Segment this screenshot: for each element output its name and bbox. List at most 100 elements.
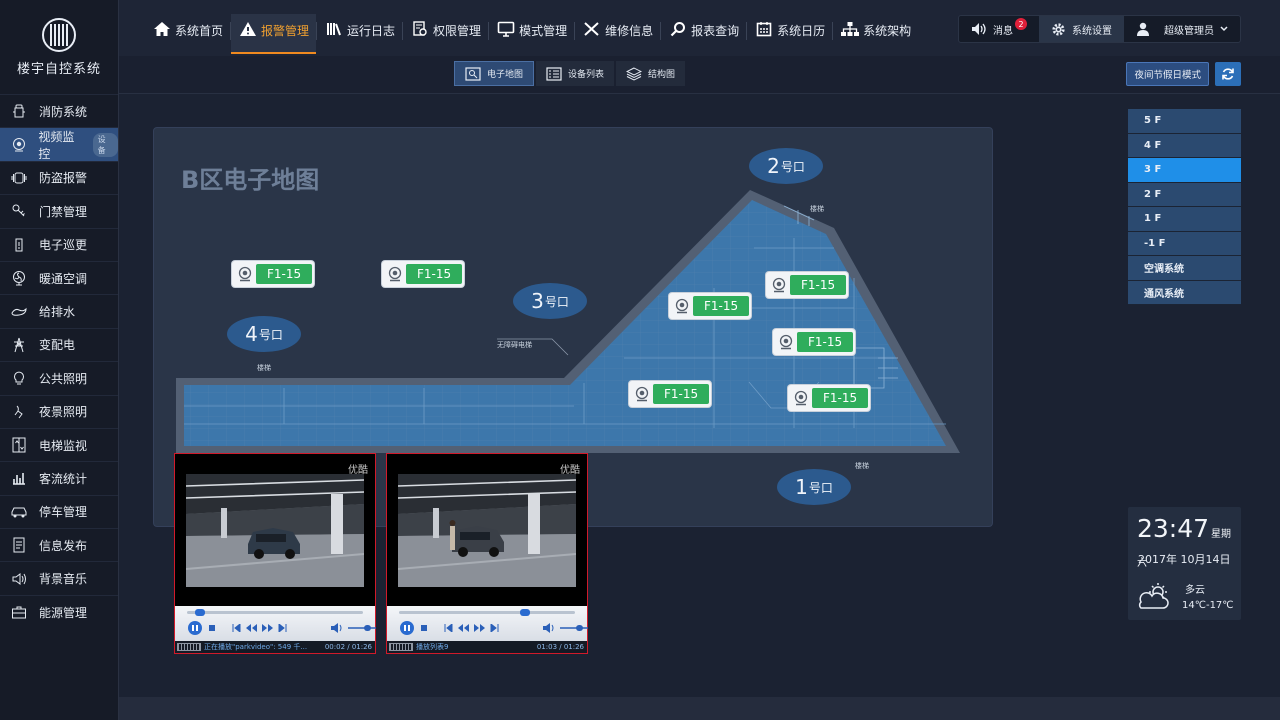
top-nav-item[interactable]: 系统首页 [145,14,230,54]
sidebar-item[interactable]: 电子巡更 [0,227,118,261]
sidebar-item[interactable]: 门禁管理 [0,194,118,227]
fan-icon [10,269,28,287]
fast-forward-icon[interactable] [262,624,273,632]
gate-suffix: 号口 [808,480,833,495]
top-nav-label: 维修信息 [605,24,654,38]
sidebar-item[interactable]: 客流统计 [0,461,118,494]
sidebar-item[interactable]: 停车管理 [0,494,118,528]
gate-1[interactable]: 1 号口 [777,469,851,505]
skip-back-icon[interactable] [444,624,453,632]
top-nav-item[interactable]: 系统日历 [747,14,832,54]
sidebar-item[interactable]: 暖通空调 [0,260,118,294]
sidebar-item[interactable]: 变配电 [0,327,118,361]
floor-item[interactable]: 5 F [1128,109,1241,134]
stop-icon[interactable] [208,624,216,632]
gate-suffix: 号口 [780,159,805,174]
top-nav-item[interactable]: 运行日志 [317,14,402,54]
video-frame[interactable] [186,474,364,587]
holiday-mode-button[interactable]: 夜间节假日模式 [1126,62,1209,86]
gate-suffix: 号口 [544,294,569,309]
refresh-button[interactable] [1215,62,1241,86]
sidebar-item-label: 夜景照明 [39,405,88,420]
floor-item[interactable]: 3 F [1128,158,1241,183]
tower-icon [10,336,28,354]
device-tag[interactable]: 设备 [92,132,118,157]
sidebar-item[interactable]: 背景音乐 [0,561,118,594]
top-nav-item[interactable]: 报表查询 [661,14,746,54]
top-nav-item[interactable]: 系统架构 [833,14,918,54]
tools-icon [582,19,602,39]
sidebar-item-label: 公共照明 [39,371,88,386]
video-player[interactable]: 优酷 [386,453,588,654]
gate-3[interactable]: 3 号口 [513,283,587,319]
sidebar-menu: 消防系统 视频监控 设备 防盗报警 门禁管理 电子巡更 暖通空调 给排水 变配电 … [0,94,118,628]
sidebar-item[interactable]: 公共照明 [0,361,118,394]
sidebar-item[interactable]: 夜景照明 [0,394,118,428]
sidebar-item[interactable]: 防盗报警 [0,160,118,194]
camera-marker[interactable]: F1-15 [382,261,465,287]
seek-handle[interactable] [195,609,205,616]
camera-label: F1-15 [693,296,750,316]
sidebar-item-label: 门禁管理 [39,204,88,219]
top-nav-label: 系统首页 [175,24,224,38]
pause-icon[interactable] [399,620,415,636]
volume-slider[interactable] [560,624,588,632]
user-menu[interactable]: 超级管理员 [1124,16,1240,42]
settings-button[interactable]: 系统设置 [1039,16,1124,42]
sidebar-item[interactable]: 电梯监视 [0,427,118,461]
camera-marker[interactable]: F1-15 [788,385,871,411]
volume-icon[interactable] [543,623,555,633]
rewind-icon[interactable] [458,624,469,632]
floor-item[interactable]: 空调系统 [1128,256,1241,281]
stop-icon[interactable] [420,624,428,632]
sidebar-item[interactable]: 给排水 [0,294,118,327]
seek-bar[interactable] [187,609,363,616]
top-bar: 系统首页 报警管理 运行日志 权限管理 模式管理 维修信息 报表查询 系统日历 … [119,0,1280,56]
camera-marker[interactable]: F1-15 [766,272,849,298]
view-tab[interactable]: 设备列表 [536,61,615,86]
messages-button[interactable]: 消息 2 [959,16,1039,42]
video-frame[interactable] [398,474,576,587]
rewind-icon[interactable] [246,624,257,632]
video-player[interactable]: 优酷 [174,453,376,654]
camera-marker[interactable]: F1-15 [232,261,315,287]
gate-2[interactable]: 2 号口 [749,148,823,184]
camera-marker[interactable]: F1-15 [669,293,752,319]
skip-forward-icon[interactable] [490,624,499,632]
film-strip-icon [177,643,201,651]
view-tab[interactable]: 电子地图 [454,61,535,86]
camera-marker[interactable]: F1-15 [773,329,856,355]
alarm-icon [10,169,28,187]
volume-slider[interactable] [348,624,376,632]
player-status-bar: 正在播放"parkvideo": 549 千... 00:02 / 01:26 [175,641,375,653]
sidebar-item[interactable]: 能源管理 [0,594,118,628]
floor-item[interactable]: 4 F [1128,133,1241,158]
clock-date: 2017年 10月14日 [1138,553,1231,566]
pause-icon[interactable] [187,620,203,636]
top-nav-item[interactable]: 模式管理 [489,14,574,54]
volume-icon[interactable] [331,623,343,633]
camera-icon [10,136,27,154]
sidebar-item[interactable]: 信息发布 [0,528,118,561]
sidebar-item[interactable]: 消防系统 [0,94,118,127]
player-time: 01:03 / 01:26 [536,643,584,651]
top-nav-item[interactable]: 报警管理 [231,14,317,54]
view-tab[interactable]: 结构图 [616,61,686,86]
gate-4[interactable]: 4 号口 [227,316,301,352]
sidebar-item-label: 能源管理 [39,605,88,620]
top-nav-item[interactable]: 维修信息 [575,14,660,54]
weather-text: 多云 [1185,585,1205,596]
seek-handle[interactable] [520,609,530,616]
skip-forward-icon[interactable] [278,624,287,632]
floor-item[interactable]: 1 F [1128,207,1241,232]
sidebar-item[interactable]: 视频监控 设备 [0,127,118,161]
fast-forward-icon[interactable] [474,624,485,632]
floor-item[interactable]: 通风系统 [1128,280,1241,305]
top-nav-item[interactable]: 权限管理 [403,14,488,54]
floor-item[interactable]: 2 F [1128,182,1241,207]
sidebar-item-label: 消防系统 [39,104,88,119]
floor-item[interactable]: -1 F [1128,231,1241,256]
camera-marker[interactable]: F1-15 [629,381,712,407]
seek-bar[interactable] [399,609,575,616]
skip-back-icon[interactable] [232,624,241,632]
